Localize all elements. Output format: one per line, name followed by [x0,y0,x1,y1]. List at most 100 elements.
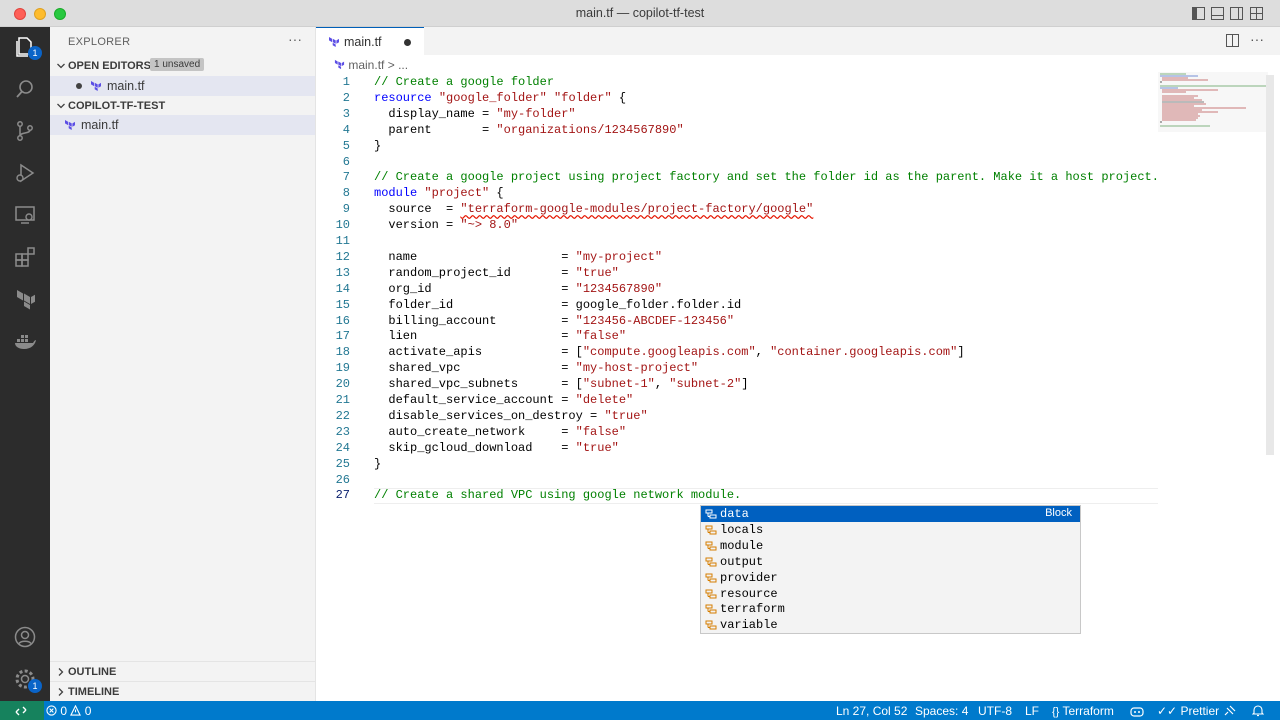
code-text: shared_vpc_subnets = ["subnet-1", "subne… [374,377,749,392]
customize-layout-icon[interactable] [1250,7,1263,20]
sidebar-more-actions-button[interactable]: ··· [288,31,302,47]
code-text: folder_id = google_folder.folder.id [374,297,742,312]
project-folder-header[interactable]: COPILOT-TF-TEST [50,96,315,116]
unsaved-dot-icon[interactable] [404,39,411,46]
code-line[interactable]: 23 auto_create_network = "false" [316,425,1166,441]
minimap[interactable] [1158,72,1268,132]
status-bar: 0 0 Ln 27, Col 52 Spaces: 4 UTF-8 LF {} … [0,701,1280,720]
chevron-down-icon [57,103,65,109]
line-number: 21 [335,393,350,407]
open-editors-header[interactable]: OPEN EDITORS 1 unsaved [50,56,315,76]
suggestion-item[interactable]: locals [701,522,1080,538]
code-line[interactable]: 14 org_id = "1234567890" [316,282,1166,298]
code-line[interactable]: 21 default_service_account = "delete" [316,393,1166,409]
code-line[interactable]: 6 [316,155,1166,171]
code-line[interactable]: 20 shared_vpc_subnets = ["subnet-1", "su… [316,377,1166,393]
snippet-icon [705,541,717,551]
file-tree-item[interactable]: main.tf [50,115,315,135]
code-line[interactable]: 15 folder_id = google_folder.folder.id [316,298,1166,314]
code-line[interactable]: 18 activate_apis = ["compute.googleapis.… [316,345,1166,361]
code-line[interactable]: 22 disable_services_on_destroy = "true" [316,409,1166,425]
code-text: } [374,456,382,471]
search-icon[interactable] [13,77,37,101]
code-line[interactable]: 12 name = "my-project" [316,250,1166,266]
account-icon[interactable] [13,625,37,649]
indentation-setting[interactable]: Spaces: 4 [915,704,968,718]
extensions-icon[interactable] [13,245,37,269]
snippet-icon [705,589,717,598]
code-text: // Create a shared VPC using google netw… [374,488,742,503]
code-line[interactable]: 16 billing_account = "123456-ABCDEF-1234… [316,314,1166,330]
prettier-status[interactable]: ✓✓ Prettier [1157,704,1219,718]
snippet-icon [705,573,717,583]
toggle-secondary-sidebar-icon[interactable] [1230,7,1243,20]
code-line[interactable]: 8 module "project" { [316,186,1166,202]
encoding-setting[interactable]: UTF-8 [978,704,1012,718]
breadcrumb-file[interactable]: main.tf [348,58,384,72]
editor-more-actions-button[interactable]: ··· [1250,31,1264,47]
remote-explorer-icon[interactable] [13,203,37,227]
suggestion-item[interactable]: provider [701,570,1080,586]
copilot-icon[interactable] [1130,705,1144,717]
code-line[interactable]: 2 resource "google_folder" "folder" { [316,91,1166,107]
remote-indicator-button[interactable] [0,701,44,720]
code-line[interactable]: 26 [316,473,1166,489]
code-line[interactable]: 4 parent = "organizations/1234567890" [316,123,1166,139]
code-line[interactable]: 9 source = "terraform-google-modules/pro… [316,202,1166,218]
suggestion-item[interactable]: resource [701,586,1080,602]
suggestion-label: module [720,538,764,553]
timeline-section-header[interactable]: TIMELINE [50,681,315,701]
line-number: 3 [342,106,350,121]
code-line[interactable]: 3 display_name = "my-folder" [316,107,1166,123]
code-line[interactable]: 27 // Create a shared VPC using google ne… [316,488,1166,505]
code-line[interactable]: 7 // Create a google project using projec… [316,170,1166,186]
line-number: 9 [342,202,350,217]
split-editor-icon[interactable] [1226,34,1239,47]
terraform-file-icon [334,59,345,70]
code-line[interactable]: 17 lien = "false" [316,329,1166,345]
terraform-icon[interactable] [13,287,37,311]
cursor-position[interactable]: Ln 27, Col 52 [836,704,907,718]
unsaved-dot-icon[interactable] [76,83,82,89]
code-line[interactable]: 24 skip_gcloud_download = "true" [316,441,1166,457]
problems-indicator[interactable]: 0 0 [46,704,91,718]
line-number: 10 [335,218,350,233]
tab-main-tf[interactable]: main.tf [316,27,424,55]
toggle-panel-icon[interactable] [1211,7,1224,20]
code-line[interactable]: 1 // Create a google folder [316,75,1166,91]
docker-icon[interactable] [13,329,37,353]
open-editor-item[interactable]: main.tf [50,76,315,96]
outline-label: OUTLINE [68,666,117,678]
suggestion-label: variable [720,618,778,633]
code-line[interactable]: 25} [316,457,1166,473]
snippet-icon [705,525,717,535]
line-number: 17 [335,329,350,344]
activity-bar: 1 1 [0,27,50,701]
notifications-bell-icon[interactable] [1252,704,1264,717]
run-debug-icon[interactable] [13,161,37,185]
toggle-primary-sidebar-icon[interactable] [1192,7,1205,20]
feedback-icon[interactable] [1223,705,1236,717]
suggestion-item[interactable]: module [701,538,1080,554]
code-line[interactable]: 13 random_project_id = "true" [316,266,1166,282]
suggestion-item[interactable]: data Block [701,506,1080,522]
language-mode[interactable]: {} Terraform [1052,704,1114,718]
line-number: 7 [342,170,350,185]
line-number: 14 [335,281,350,296]
project-folder-label: COPILOT-TF-TEST [68,100,166,112]
suggestion-item[interactable]: variable [701,617,1080,633]
line-number: 2 [342,90,350,105]
outline-section-header[interactable]: OUTLINE [50,661,315,681]
line-number: 16 [335,313,350,328]
code-line[interactable]: 11 [316,234,1166,250]
editor-scrollbar[interactable] [1266,75,1274,455]
suggestion-item[interactable]: output [701,554,1080,570]
code-line[interactable]: 19 shared_vpc = "my-host-project" [316,361,1166,377]
eol-setting[interactable]: LF [1025,704,1039,718]
breadcrumb-rest[interactable]: ... [398,58,408,72]
source-control-icon[interactable] [13,119,37,143]
code-line[interactable]: 10 version = "~> 8.0" [316,218,1166,234]
line-number: 18 [335,345,350,360]
code-line[interactable]: 5} [316,139,1166,155]
suggestion-item[interactable]: terraform [701,601,1080,617]
